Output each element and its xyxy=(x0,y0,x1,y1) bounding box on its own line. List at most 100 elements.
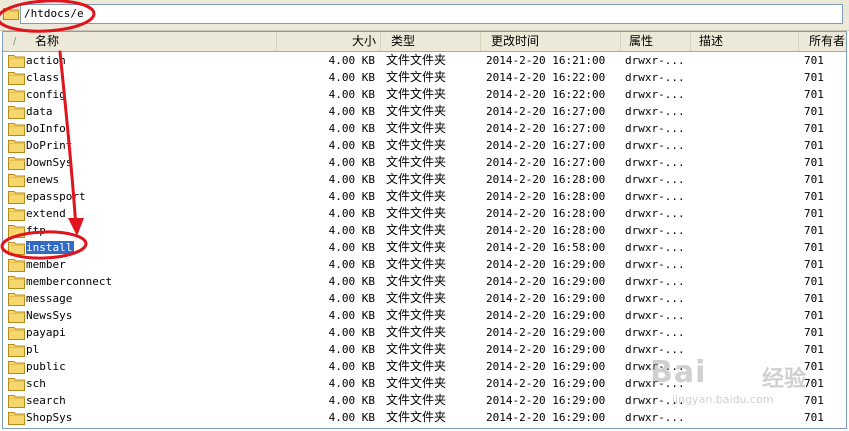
file-modified: 2014-2-20 16:22:00 xyxy=(486,71,606,84)
file-owner: 701 xyxy=(804,122,824,135)
column-attributes[interactable]: 属性 xyxy=(621,32,691,51)
file-modified: 2014-2-20 16:29:00 xyxy=(486,258,606,271)
file-modified: 2014-2-20 16:22:00 xyxy=(486,88,606,101)
file-modified: 2014-2-20 16:21:00 xyxy=(486,54,606,67)
column-size-label: 大小 xyxy=(351,34,376,48)
file-modified: 2014-2-20 16:28:00 xyxy=(486,173,606,186)
file-row[interactable]: class 4.00 KB 文件文件夹 2014-2-20 16:22:00 drwxr… xyxy=(3,69,846,86)
file-owner: 701 xyxy=(804,275,824,288)
file-row[interactable]: NewsSys 4.00 KB 文件文件夹 2014-2-20 16:29:00 drw… xyxy=(3,307,846,324)
file-row[interactable]: install 4.00 KB 文件文件夹 2014-2-20 16:58:00 drw… xyxy=(3,239,846,256)
file-attributes: drwxr-... xyxy=(625,258,685,271)
file-owner: 701 xyxy=(804,292,824,305)
file-modified: 2014-2-20 16:29:00 xyxy=(486,292,606,305)
file-modified: 2014-2-20 16:29:00 xyxy=(486,394,606,407)
file-size: 4.00 KB xyxy=(328,394,375,407)
file-row[interactable]: DoInfo 4.00 KB 文件文件夹 2014-2-20 16:27:00 drwx… xyxy=(3,120,846,137)
file-attributes: drwxr-... xyxy=(625,88,685,101)
file-type: 文件文件夹 xyxy=(386,206,447,220)
file-type: 文件文件夹 xyxy=(386,240,447,254)
watermark-logo: Bai xyxy=(650,355,707,390)
file-row[interactable]: member 4.00 KB 文件文件夹 2014-2-20 16:29:00 drwx… xyxy=(3,256,846,273)
file-modified: 2014-2-20 16:29:00 xyxy=(486,326,606,339)
file-modified: 2014-2-20 16:27:00 xyxy=(486,156,606,169)
file-modified: 2014-2-20 16:28:00 xyxy=(486,224,606,237)
file-row[interactable]: DownSys 4.00 KB 文件文件夹 2014-2-20 16:27:00 drw… xyxy=(3,154,846,171)
file-modified: 2014-2-20 16:29:00 xyxy=(486,343,606,356)
file-attributes: drwxr-... xyxy=(625,173,685,186)
file-row[interactable]: DoPrint 4.00 KB 文件文件夹 2014-2-20 16:27:00 drw… xyxy=(3,137,846,154)
file-name: enews xyxy=(26,173,60,186)
file-size: 4.00 KB xyxy=(328,360,375,373)
column-attributes-label: 属性 xyxy=(629,34,654,48)
file-type: 文件文件夹 xyxy=(386,223,447,237)
folder-icon xyxy=(3,8,19,20)
column-modified[interactable]: 更改时间 xyxy=(481,32,621,51)
folder-icon xyxy=(8,325,25,340)
file-size: 4.00 KB xyxy=(328,343,375,356)
file-size: 4.00 KB xyxy=(328,139,375,152)
file-row[interactable]: memberconnect 4.00 KB 文件文件夹 2014-2-20 16:29… xyxy=(3,273,846,290)
file-name: DoPrint xyxy=(26,139,73,152)
file-size: 4.00 KB xyxy=(328,275,375,288)
file-owner: 701 xyxy=(804,156,824,169)
file-row[interactable]: config 4.00 KB 文件文件夹 2014-2-20 16:22:00 drwx… xyxy=(3,86,846,103)
file-row[interactable]: action 4.00 KB 文件文件夹 2014-2-20 16:21:00 drwx… xyxy=(3,52,846,69)
file-modified: 2014-2-20 16:27:00 xyxy=(486,105,606,118)
file-owner: 701 xyxy=(804,411,824,424)
file-row[interactable]: payapi 4.00 KB 文件文件夹 2014-2-20 16:29:00 drwx… xyxy=(3,324,846,341)
folder-icon xyxy=(8,138,25,153)
file-owner: 701 xyxy=(804,224,824,237)
file-size: 4.00 KB xyxy=(328,88,375,101)
file-row[interactable]: ShopSys 4.00 KB 文件文件夹 2014-2-20 16:29:00 drw… xyxy=(3,409,846,426)
path-bar: /htdocs/e xyxy=(0,0,849,31)
file-type: 文件文件夹 xyxy=(386,138,447,152)
column-header: / 名称 大小 类型 更改时间 属性 描述 所有者 xyxy=(3,32,846,52)
file-attributes: drwxr-... xyxy=(625,54,685,67)
file-type: 文件文件夹 xyxy=(386,189,447,203)
file-row[interactable]: epassport 4.00 KB 文件文件夹 2014-2-20 16:28:00 d… xyxy=(3,188,846,205)
file-attributes: drwxr-... xyxy=(625,411,685,424)
folder-icon xyxy=(8,410,25,425)
column-type[interactable]: 类型 xyxy=(381,32,481,51)
file-attributes: drwxr-... xyxy=(625,207,685,220)
file-row[interactable]: extend 4.00 KB 文件文件夹 2014-2-20 16:28:00 drwx… xyxy=(3,205,846,222)
file-type: 文件文件夹 xyxy=(386,172,447,186)
file-name: message xyxy=(26,292,73,305)
folder-icon xyxy=(8,376,25,391)
watermark-url: jingyan.baidu.com xyxy=(672,393,774,406)
file-type: 文件文件夹 xyxy=(386,342,447,356)
column-size[interactable]: 大小 xyxy=(277,32,381,51)
file-row[interactable]: enews 4.00 KB 文件文件夹 2014-2-20 16:28:00 drwxr… xyxy=(3,171,846,188)
file-name: ShopSys xyxy=(26,411,73,424)
folder-icon xyxy=(8,240,25,255)
file-size: 4.00 KB xyxy=(328,377,375,390)
file-modified: 2014-2-20 16:29:00 xyxy=(486,377,606,390)
folder-icon xyxy=(8,53,25,68)
file-size: 4.00 KB xyxy=(328,105,375,118)
file-attributes: drwxr-... xyxy=(625,139,685,152)
file-size: 4.00 KB xyxy=(328,326,375,339)
file-size: 4.00 KB xyxy=(328,71,375,84)
file-row[interactable]: message 4.00 KB 文件文件夹 2014-2-20 16:29:00 drw… xyxy=(3,290,846,307)
file-attributes: drwxr-... xyxy=(625,224,685,237)
file-name: DoInfo xyxy=(26,122,66,135)
file-name: public xyxy=(26,360,66,373)
column-description[interactable]: 描述 xyxy=(691,32,799,51)
file-type: 文件文件夹 xyxy=(386,121,447,135)
file-row[interactable]: data 4.00 KB 文件文件夹 2014-2-20 16:27:00 drwxr-… xyxy=(3,103,846,120)
column-name[interactable]: / 名称 xyxy=(3,32,277,51)
path-input[interactable]: /htdocs/e xyxy=(20,4,843,24)
folder-icon xyxy=(8,257,25,272)
folder-icon xyxy=(8,223,25,238)
file-owner: 701 xyxy=(804,190,824,203)
file-size: 4.00 KB xyxy=(328,173,375,186)
file-row[interactable]: ftp 4.00 KB 文件文件夹 2014-2-20 16:28:00 drwxr-.… xyxy=(3,222,846,239)
column-owner[interactable]: 所有者 xyxy=(799,32,846,51)
file-name: install xyxy=(26,241,75,254)
file-attributes: drwxr-... xyxy=(625,71,685,84)
column-name-label: 名称 xyxy=(35,34,60,48)
column-modified-label: 更改时间 xyxy=(491,34,540,48)
folder-icon xyxy=(8,189,25,204)
watermark-logo-cn: 经验 xyxy=(762,367,807,392)
